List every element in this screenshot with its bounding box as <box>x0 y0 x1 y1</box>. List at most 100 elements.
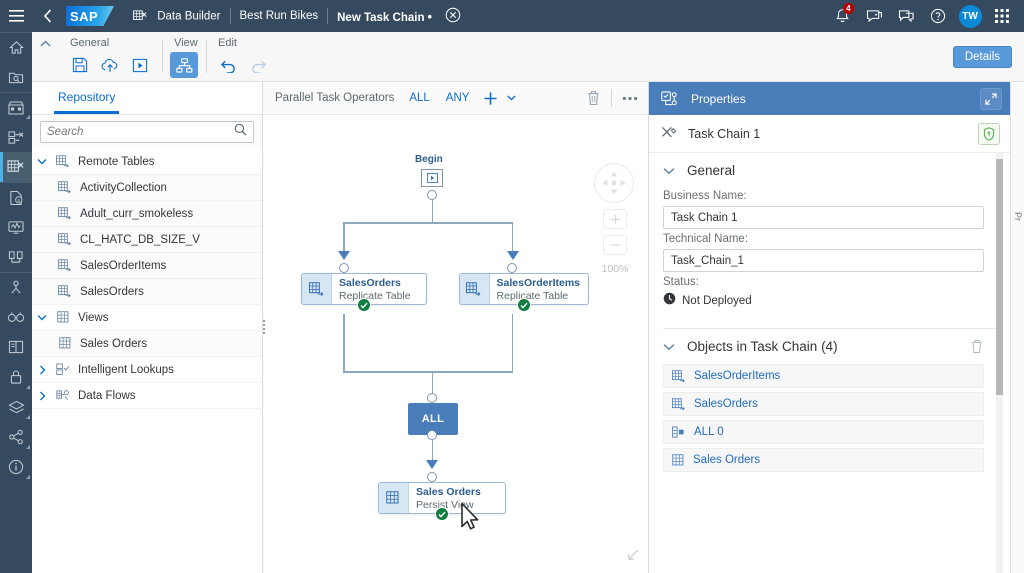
save-button[interactable] <box>66 52 94 78</box>
object-list-item[interactable]: Sales Orders <box>663 448 984 472</box>
auto-layout-button[interactable] <box>170 52 198 78</box>
search-input[interactable] <box>47 126 234 138</box>
tree-node-views[interactable]: Views <box>32 305 262 331</box>
add-object-dropdown[interactable] <box>504 87 518 109</box>
toolbar-group-buttons <box>66 52 154 78</box>
add-any-operator-button[interactable]: ANY <box>439 89 477 107</box>
chevron-down-icon[interactable] <box>663 343 675 351</box>
begin-node-output-port[interactable] <box>427 190 437 200</box>
rail-item-home[interactable] <box>0 32 32 62</box>
rail-item-about[interactable] <box>0 452 32 482</box>
search-icon[interactable] <box>234 123 247 141</box>
back-button[interactable] <box>32 9 62 23</box>
panel-resize-grip[interactable] <box>263 320 265 336</box>
toolbar-collapse-button[interactable] <box>32 32 58 81</box>
add-object-button[interactable] <box>478 87 502 109</box>
rail-item-catalog[interactable] <box>0 92 32 122</box>
right-strip-tab-label[interactable]: Pr <box>1012 210 1024 223</box>
breadcrumb-item-space[interactable]: Best Run Bikes <box>231 10 328 22</box>
breadcrumb-item-data-builder[interactable]: Data Builder <box>124 10 230 23</box>
user-avatar-button[interactable]: TW <box>954 0 986 32</box>
zoom-in-button[interactable] <box>603 209 627 229</box>
salesorders-input-port[interactable] <box>339 263 349 273</box>
tree-node-remote-tables[interactable]: Remote Tables <box>32 149 262 175</box>
chevron-right-icon[interactable] <box>32 391 52 401</box>
zoom-out-button[interactable] <box>603 235 627 255</box>
search-field[interactable] <box>40 121 254 143</box>
object-list-item[interactable]: SalesOrders <box>663 392 984 416</box>
feedback-icon <box>898 9 915 24</box>
chevron-down-icon[interactable] <box>32 314 52 321</box>
pan-control[interactable] <box>594 163 634 203</box>
tree-node-data-flows[interactable]: Data Flows <box>32 383 262 409</box>
node-salesorderitems[interactable]: SalesOrderItems Replicate Table <box>459 273 589 305</box>
object-list-item[interactable]: ALL 0 <box>663 420 984 444</box>
task-chain-canvas[interactable]: Begin SalesOrders Replicate Table <box>263 115 648 573</box>
chevron-right-icon[interactable] <box>32 365 52 375</box>
rail-item-space-management[interactable] <box>0 392 32 422</box>
tree-node-intelligent-lookups[interactable]: Intelligent Lookups <box>32 357 262 383</box>
delete-button[interactable] <box>581 87 605 109</box>
rail-item-data-preview[interactable] <box>0 302 32 332</box>
clock-icon <box>663 292 676 310</box>
rail-item-security[interactable] <box>0 362 32 392</box>
rail-item-business-builder[interactable]: 6 <box>0 182 32 212</box>
sap-logo[interactable]: SAP <box>66 6 114 26</box>
tree-node-label: Remote Tables <box>74 156 155 168</box>
rail-item-data-builder[interactable] <box>0 152 32 182</box>
technical-name-input[interactable] <box>663 249 984 272</box>
add-all-operator-button[interactable]: ALL <box>402 89 436 107</box>
business-name-input[interactable] <box>663 206 984 229</box>
object-list-item-label: Sales Orders <box>693 454 760 466</box>
rail-item-search-catalog[interactable] <box>0 62 32 92</box>
rail-item-transformation-flows[interactable] <box>0 272 32 302</box>
chat-button[interactable] <box>858 0 890 32</box>
more-actions-button[interactable] <box>618 87 642 109</box>
svg-text:6: 6 <box>18 198 21 203</box>
canvas-collapse-handle[interactable] <box>626 548 640 567</box>
node-salesorders[interactable]: SalesOrders Replicate Table <box>301 273 427 305</box>
menu-button[interactable] <box>0 0 32 32</box>
sales-orders-view-input-port[interactable] <box>427 472 437 482</box>
object-status-badge-button[interactable] <box>978 123 1000 145</box>
all-operator-input-port[interactable] <box>427 393 437 403</box>
chevron-down-icon[interactable] <box>32 158 52 165</box>
feedback-button[interactable] <box>890 0 922 32</box>
expand-panel-button[interactable] <box>980 88 1002 110</box>
object-list-item[interactable]: SalesOrderItems <box>663 364 984 388</box>
breadcrumb-item-current[interactable]: New Task Chain• <box>328 9 441 24</box>
redo-button[interactable] <box>244 52 272 78</box>
tree-item-activitycollection[interactable]: ActivityCollection <box>32 175 262 201</box>
tree-item-cl-hatc-db-size-v[interactable]: CL_HATC_DB_SIZE_V <box>32 227 262 253</box>
node-sales-orders-view[interactable]: Sales Orders Persist View <box>378 482 506 514</box>
all-operator-output-port[interactable] <box>427 430 437 440</box>
tab-repository[interactable]: Repository <box>54 90 119 114</box>
chevron-down-icon[interactable] <box>663 167 675 175</box>
toolbar-group-buttons <box>214 52 272 78</box>
rail-item-glossary[interactable] <box>0 332 32 362</box>
tree-item-adult-curr-smokeless[interactable]: Adult_curr_smokeless <box>32 201 262 227</box>
node-text: SalesOrders Replicate Table <box>332 274 419 304</box>
rail-item-connections[interactable] <box>0 242 32 272</box>
tree-item-label: SalesOrders <box>76 286 144 298</box>
run-button[interactable] <box>126 52 154 78</box>
properties-scrollbar-thumb[interactable] <box>996 159 1003 395</box>
tree-item-salesorderitems[interactable]: SalesOrderItems <box>32 253 262 279</box>
salesorderitems-input-port[interactable] <box>507 263 517 273</box>
begin-node[interactable] <box>421 169 443 187</box>
tree-item-salesorders[interactable]: SalesOrders <box>32 279 262 305</box>
canvas-toolbar-label: Parallel Task Operators <box>269 92 400 104</box>
app-launcher-button[interactable] <box>986 0 1018 32</box>
delete-objects-button[interactable] <box>970 339 984 354</box>
deploy-button[interactable] <box>96 52 124 78</box>
help-button[interactable] <box>922 0 954 32</box>
rail-item-sharing[interactable] <box>0 422 32 452</box>
notifications-button[interactable]: 4 <box>826 0 858 32</box>
rail-item-data-modeler[interactable] <box>0 122 32 152</box>
tree-item-sales-orders-view[interactable]: Sales Orders <box>32 331 262 357</box>
rail-item-monitor[interactable] <box>0 212 32 242</box>
edge-merge <box>343 371 513 373</box>
details-button[interactable]: Details <box>953 46 1012 68</box>
close-editor-button[interactable] <box>441 7 470 26</box>
undo-button[interactable] <box>214 52 242 78</box>
